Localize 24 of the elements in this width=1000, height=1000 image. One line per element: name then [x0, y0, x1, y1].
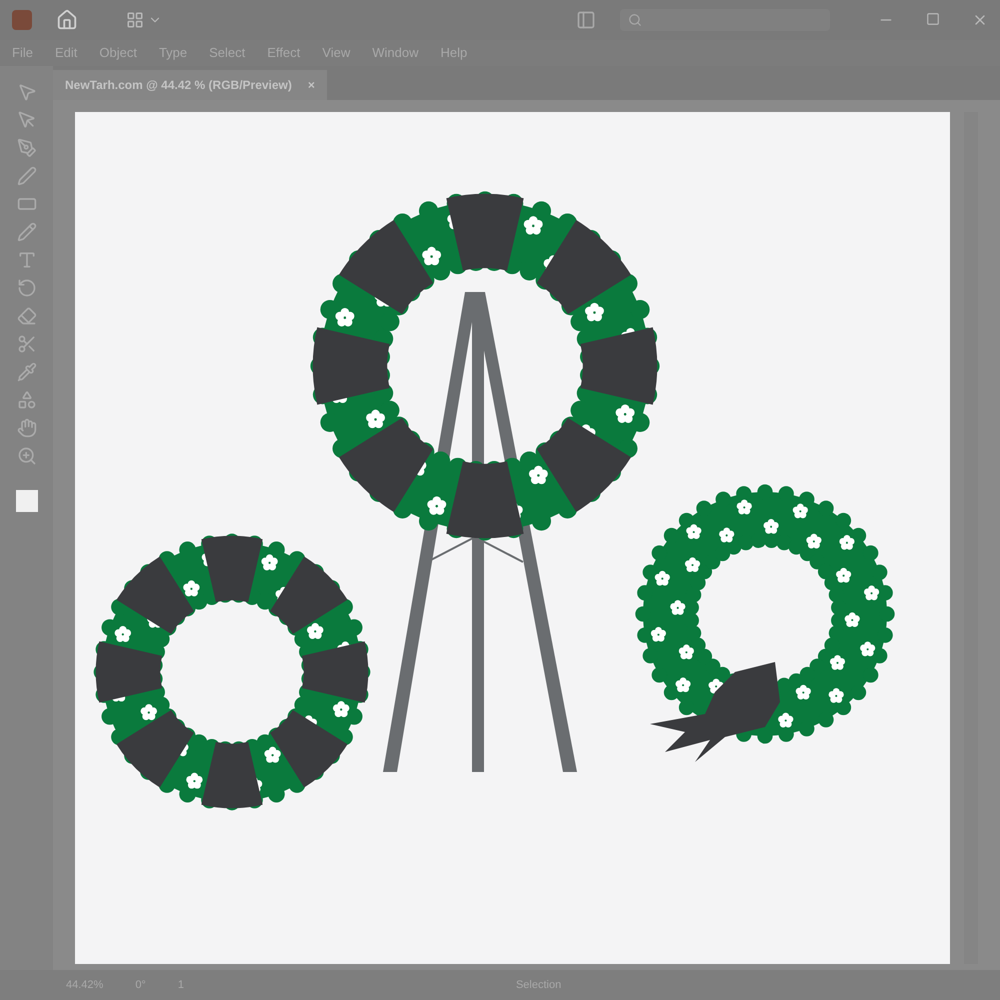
- type-icon[interactable]: [16, 250, 36, 270]
- maximize-icon[interactable]: [926, 12, 940, 26]
- zoom-icon[interactable]: [16, 446, 36, 466]
- panel-icon[interactable]: [576, 10, 596, 30]
- eraser-icon[interactable]: [16, 306, 36, 326]
- fill-swatch[interactable]: [16, 490, 38, 512]
- home-icon[interactable]: [56, 9, 78, 31]
- tab-close-button[interactable]: ×: [308, 76, 315, 94]
- document-tab-title: NewTarh.com @ 44.42 % (RGB/Preview): [65, 77, 292, 94]
- scissors-icon[interactable]: [16, 334, 36, 354]
- pen-tool-icon[interactable]: [16, 138, 36, 158]
- search-icon: [628, 13, 642, 27]
- direct-selection-icon[interactable]: [16, 110, 36, 130]
- search-field[interactable]: [620, 9, 830, 31]
- app-logo-icon: [12, 10, 32, 30]
- workspace-grid-icon[interactable]: [126, 11, 144, 29]
- pencil-icon[interactable]: [16, 222, 36, 242]
- hand-icon[interactable]: [16, 418, 36, 438]
- selection-icon[interactable]: [16, 82, 36, 102]
- eyedropper-icon[interactable]: [16, 362, 36, 382]
- shapes-icon[interactable]: [16, 390, 36, 410]
- document-tab[interactable]: NewTarh.com @ 44.42 % (RGB/Preview) ×: [53, 70, 327, 100]
- pen-icon[interactable]: [16, 166, 36, 186]
- rotate-icon[interactable]: [16, 278, 36, 298]
